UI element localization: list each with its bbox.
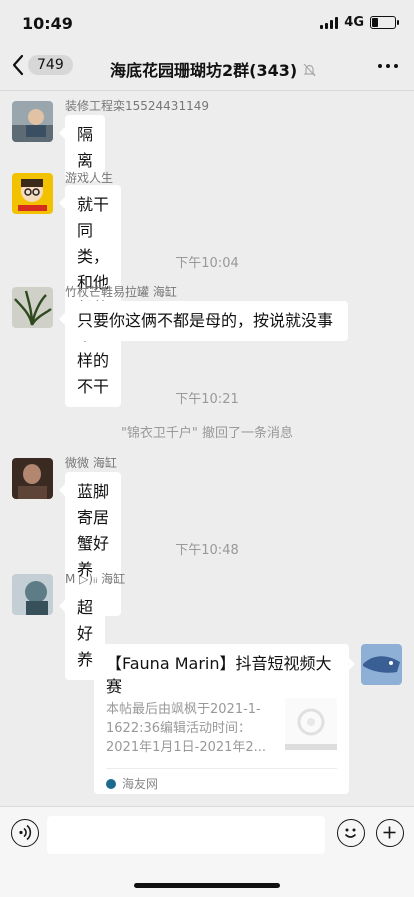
avatar[interactable] bbox=[12, 173, 53, 214]
battery-icon bbox=[370, 16, 399, 29]
emoji-button[interactable] bbox=[337, 819, 365, 847]
emoji-icon bbox=[344, 828, 357, 838]
chat-header: 749 海底花园珊瑚坊2群(343) bbox=[0, 46, 414, 91]
back-button[interactable]: 749 bbox=[12, 54, 73, 76]
voice-icon bbox=[19, 824, 32, 841]
time-separator: 下午10:48 bbox=[175, 543, 239, 558]
home-indicator bbox=[134, 883, 280, 888]
network-type: 4G bbox=[344, 15, 364, 30]
sender-name: 竹杖芒鞋易拉罐 海缸 bbox=[65, 285, 177, 299]
card-description: 本帖最后由飒枫于2021-1-1622:36编辑活动时间：2021年1月1日-2… bbox=[106, 702, 267, 755]
avatar[interactable] bbox=[12, 287, 53, 328]
more-options-button[interactable] bbox=[378, 64, 398, 68]
sender-name: M ▷)ᵢᵢ 海缸 bbox=[65, 572, 126, 586]
plus-icon bbox=[383, 826, 396, 839]
sender-name: 微微 海缸 bbox=[65, 456, 117, 470]
avatar[interactable] bbox=[12, 574, 53, 615]
message-input[interactable] bbox=[47, 816, 325, 854]
shared-link-card[interactable]: 【Fauna Marin】抖音短视频大赛 本帖最后由飒枫于2021-1-1622… bbox=[94, 644, 355, 794]
card-title: 【Fauna Marin】抖音短视频大赛 bbox=[106, 654, 332, 696]
chat-title: 海底花园珊瑚坊2群(343) bbox=[110, 57, 330, 81]
recall-notice: "锦衣卫千户" 撤回了一条消息 bbox=[120, 426, 294, 441]
status-icons: 4G bbox=[320, 15, 399, 30]
my-avatar[interactable] bbox=[361, 644, 402, 685]
message-bubble[interactable]: 只要你这俩不都是母的，按说就没事 bbox=[59, 301, 348, 341]
card-source: 海友网 bbox=[106, 768, 337, 792]
site-logo-icon bbox=[106, 778, 116, 789]
status-bar: 10:49 4G bbox=[0, 0, 414, 46]
avatar[interactable] bbox=[12, 101, 53, 142]
time-separator: 下午10:04 bbox=[175, 256, 239, 271]
card-source-name: 海友网 bbox=[122, 777, 159, 791]
time-separator: 下午10:21 bbox=[175, 392, 239, 407]
add-attachment-button[interactable] bbox=[376, 819, 404, 847]
avatar[interactable] bbox=[12, 458, 53, 499]
sender-name: 装修工程栾15524431149 bbox=[65, 99, 209, 113]
unread-count-badge: 749 bbox=[28, 55, 73, 75]
mute-bell-icon bbox=[303, 63, 316, 77]
sender-name: 游戏人生 bbox=[65, 171, 114, 185]
signal-icon bbox=[320, 16, 339, 29]
voice-input-button[interactable] bbox=[11, 819, 39, 847]
status-time: 10:49 bbox=[22, 14, 73, 33]
chevron-left-icon bbox=[12, 54, 24, 76]
card-thumbnail bbox=[285, 698, 337, 750]
